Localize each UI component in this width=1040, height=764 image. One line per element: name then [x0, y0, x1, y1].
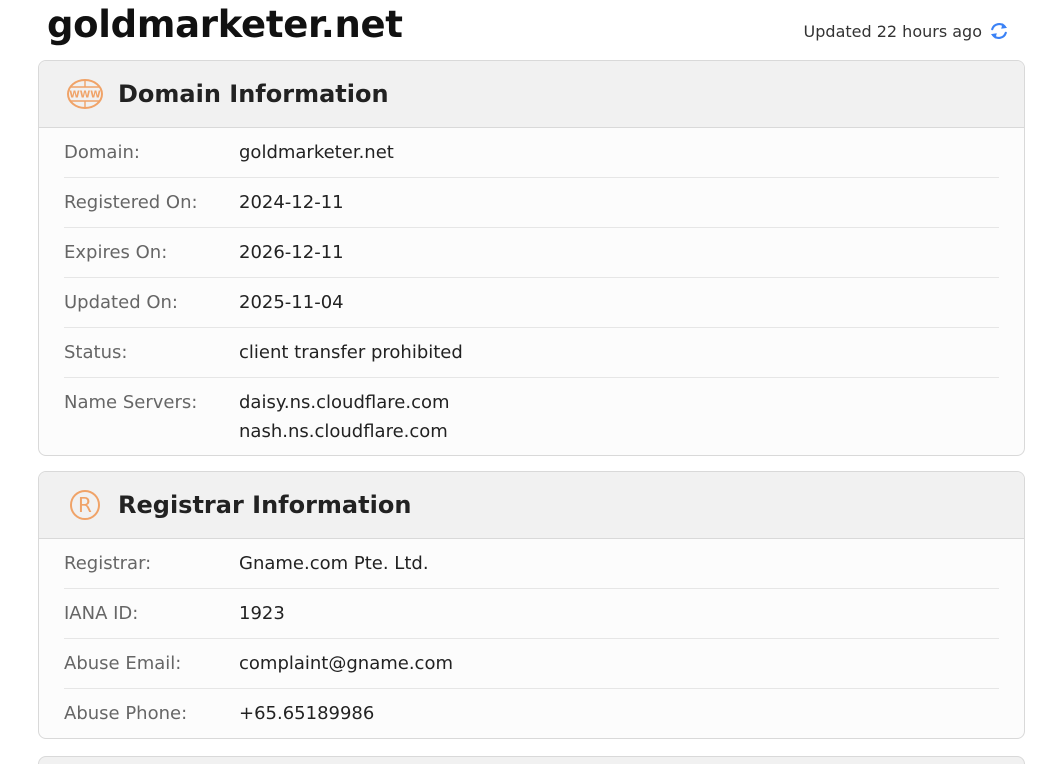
field-label: Abuse Email:	[64, 653, 182, 674]
field-label: Registrar:	[64, 553, 152, 574]
domain-information-title: Domain Information	[118, 80, 389, 108]
field-label: Status:	[64, 342, 128, 363]
field-label: Expires On:	[64, 242, 168, 263]
field-value: Gname.com Pte. Ltd.	[239, 553, 429, 574]
table-row: Updated On: 2025-11-04	[64, 278, 999, 328]
table-row: Domain: goldmarketer.net	[64, 128, 999, 178]
field-value: client transfer prohibited	[239, 342, 463, 363]
table-row: Name Servers: daisy.ns.cloudflare.com na…	[64, 378, 999, 455]
refresh-icon[interactable]	[988, 20, 1010, 42]
table-row: Status: client transfer prohibited	[64, 328, 999, 378]
domain-information-card: WWW Domain Information Domain: goldmarke…	[38, 60, 1025, 456]
field-value: 2025-11-04	[239, 292, 344, 313]
field-value: 2024-12-11	[239, 192, 344, 213]
field-label: Domain:	[64, 142, 140, 163]
field-value: 1923	[239, 603, 285, 624]
field-value: complaint@gname.com	[239, 653, 454, 674]
updated-status: Updated 22 hours ago	[804, 20, 1010, 42]
table-row: Registered On: 2024-12-11	[64, 178, 999, 228]
domain-information-header: WWW Domain Information	[39, 61, 1024, 128]
www-icon: WWW	[65, 74, 105, 114]
registrar-information-card: R Registrar Information Registrar: Gname…	[38, 471, 1025, 739]
registrar-information-title: Registrar Information	[118, 491, 412, 519]
table-row: Registrar: Gname.com Pte. Ltd.	[64, 539, 999, 589]
svg-text:WWW: WWW	[69, 90, 101, 101]
field-label: Name Servers:	[64, 392, 198, 413]
name-server: daisy.ns.cloudflare.com	[239, 392, 450, 413]
field-value: +65.65189986	[239, 703, 375, 724]
field-label: IANA ID:	[64, 603, 139, 624]
registered-icon: R	[65, 485, 105, 525]
field-value: 2026-12-11	[239, 242, 344, 263]
page: goldmarketer.net Updated 22 hours ago WW…	[0, 0, 1040, 764]
next-card-edge	[38, 756, 1025, 764]
name-server: nash.ns.cloudflare.com	[239, 421, 448, 442]
svg-text:R: R	[78, 493, 92, 517]
field-label: Registered On:	[64, 192, 198, 213]
registrar-information-header: R Registrar Information	[39, 472, 1024, 539]
name-servers-list: daisy.ns.cloudflare.com nash.ns.cloudfla…	[239, 388, 450, 446]
table-row: Abuse Email: complaint@gname.com	[64, 639, 999, 689]
table-row: IANA ID: 1923	[64, 589, 999, 639]
table-row: Abuse Phone: +65.65189986	[64, 689, 999, 738]
updated-text: Updated 22 hours ago	[803, 21, 982, 41]
table-row: Expires On: 2026-12-11	[64, 228, 999, 278]
page-title: goldmarketer.net	[47, 3, 403, 46]
field-value: goldmarketer.net	[239, 142, 394, 163]
field-label: Updated On:	[64, 292, 178, 313]
field-label: Abuse Phone:	[64, 703, 188, 724]
